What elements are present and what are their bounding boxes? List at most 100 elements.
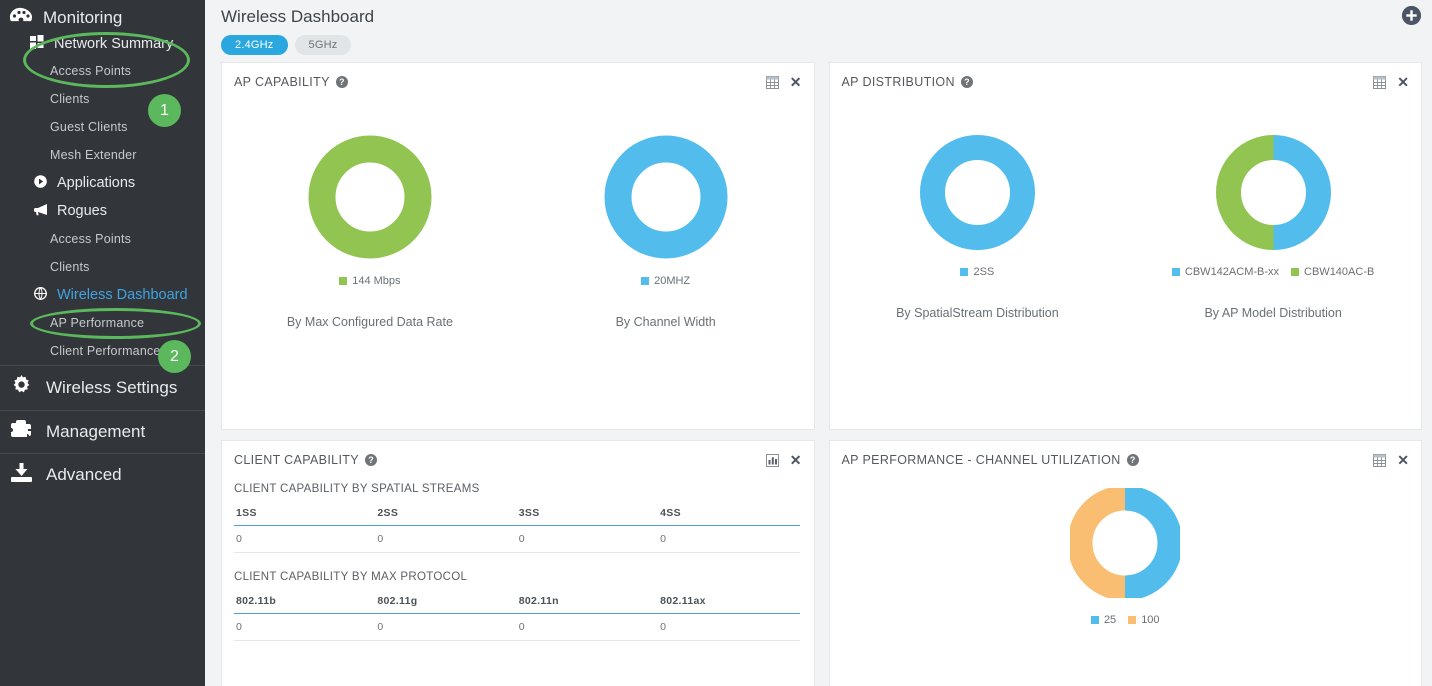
cell-1ss: 0 (234, 525, 376, 553)
column-header-1ss: 1SS (234, 507, 376, 526)
cell-2ss: 0 (375, 525, 517, 553)
page-header: Wireless Dashboard 2.4GHz 5GHz (205, 0, 1432, 55)
legend-item: CBW140AC-B (1291, 266, 1374, 278)
section-title-max-protocol: CLIENT CAPABILITY BY MAX PROTOCOL (234, 571, 468, 583)
cell-80211g: 0 (375, 613, 517, 641)
legend-label: 100 (1141, 614, 1160, 626)
card-ap-distribution: AP DISTRIBUTION ? ✕ 2SS By SpatialStream… (828, 62, 1422, 430)
legend: CBW142ACM-B-xx CBW140AC-B (1171, 266, 1374, 278)
close-x-icon[interactable]: ✕ (790, 75, 802, 89)
sidebar-item-advanced[interactable]: Advanced (0, 453, 205, 496)
table-max-protocol: 802.11b 802.11g 802.11n 802.11ax 0 0 0 0 (234, 595, 800, 641)
dashboard-gauge-icon (8, 7, 34, 29)
card-title: AP CAPABILITY (234, 75, 330, 89)
card-header: AP PERFORMANCE - CHANNEL UTILIZATION ? ✕ (830, 441, 1422, 468)
sidebar-item-access-points[interactable]: Access Points (0, 57, 205, 85)
sidebar-item-rogue-clients[interactable]: Clients (0, 253, 205, 281)
close-x-icon[interactable]: ✕ (1397, 453, 1409, 467)
legend-item: 144 Mbps (339, 275, 401, 287)
sidebar-item-monitoring-label: Monitoring (43, 8, 123, 27)
legend-item: 25 (1090, 614, 1116, 626)
help-question-icon[interactable]: ? (960, 76, 973, 88)
cell-3ss: 0 (516, 525, 659, 553)
legend-swatch (641, 277, 650, 285)
close-x-icon[interactable]: ✕ (1397, 75, 1409, 89)
help-question-icon[interactable]: ? (335, 76, 348, 88)
section-title-spatial-streams: CLIENT CAPABILITY BY SPATIAL STREAMS (234, 483, 480, 495)
legend-item: 100 (1128, 614, 1160, 626)
help-question-icon[interactable]: ? (364, 454, 377, 466)
callout-badge-1: 1 (148, 94, 181, 127)
bar-chart-icon[interactable] (765, 453, 779, 467)
legend-swatch (1291, 268, 1300, 276)
legend-item: 2SS (960, 266, 994, 278)
sidebar-item-mesh-extender[interactable]: Mesh Extender (0, 141, 205, 169)
card-title: CLIENT CAPABILITY (234, 453, 359, 467)
sidebar-item-management[interactable]: Management (0, 410, 205, 453)
cell-80211ax: 0 (658, 613, 800, 641)
card-client-capability: CLIENT CAPABILITY ? ✕ CLIENT CAPABILITY … (221, 440, 815, 686)
main-content: Wireless Dashboard 2.4GHz 5GHz AP CAPABI… (205, 0, 1432, 686)
column-header-3ss: 3SS (516, 507, 659, 526)
sidebar-group-monitoring: Monitoring Network Summary Access Points… (0, 0, 205, 365)
ap-distribution-charts: 2SS By SpatialStream Distribution CBW142… (830, 135, 1422, 320)
widget-row-2: CLIENT CAPABILITY ? ✕ CLIENT CAPABILITY … (221, 440, 1422, 686)
sidebar-item-network-summary-label: Network Summary (54, 36, 174, 52)
table-header-row: 802.11b 802.11g 802.11n 802.11ax (234, 595, 800, 614)
add-widget-button[interactable] (1402, 6, 1421, 25)
sidebar-item-advanced-label: Advanced (46, 465, 122, 484)
sidebar-item-network-summary[interactable]: Network Summary (0, 31, 205, 57)
donut-channel-utilization (1067, 485, 1183, 603)
sidebar-item-ap-performance[interactable]: AP Performance (0, 309, 205, 337)
chart-by-max-data-rate: 144 Mbps By Max Configured Data Rate (222, 135, 518, 329)
play-circle-icon (32, 175, 48, 191)
client-capability-body: CLIENT CAPABILITY BY SPATIAL STREAMS 1SS… (222, 467, 814, 641)
sidebar-item-monitoring[interactable]: Monitoring (0, 0, 205, 31)
table-grid-icon[interactable] (1373, 453, 1387, 467)
legend: 2SS (960, 266, 994, 278)
sidebar-item-wireless-dashboard-label: Wireless Dashboard (57, 287, 188, 303)
card-ap-performance-channel-utilization: AP PERFORMANCE - CHANNEL UTILIZATION ? ✕ (828, 440, 1422, 686)
megaphone-icon (32, 203, 48, 219)
chart-by-channel-width: 20MHZ By Channel Width (518, 135, 814, 329)
sidebar-item-applications[interactable]: Applications (0, 169, 205, 197)
tab-2-4ghz[interactable]: 2.4GHz (221, 35, 288, 55)
legend-label: CBW142ACM-B-xx (1184, 266, 1280, 278)
widget-grid: AP CAPABILITY ? ✕ 144 Mbps By Max Config… (205, 62, 1432, 686)
card-tools: ✕ (765, 75, 802, 89)
column-header-80211n: 802.11n (516, 595, 659, 614)
donut-spatialstream (919, 135, 1035, 255)
column-header-2ss: 2SS (375, 507, 517, 526)
globe-icon (32, 287, 48, 303)
sidebar-item-applications-label: Applications (57, 175, 136, 191)
help-question-icon[interactable]: ? (1126, 454, 1139, 466)
table-grid-icon[interactable] (1373, 75, 1387, 89)
ap-capability-charts: 144 Mbps By Max Configured Data Rate 20M… (222, 135, 814, 329)
legend: 25 100 (1090, 614, 1160, 626)
donut-max-data-rate (308, 135, 432, 264)
legend-item: 20MHZ (641, 275, 690, 287)
sidebar-item-rogues[interactable]: Rogues (0, 197, 205, 225)
sidebar-item-rogue-access-points[interactable]: Access Points (0, 225, 205, 253)
gear-icon (8, 375, 34, 401)
column-header-80211g: 802.11g (375, 595, 517, 614)
application-window: Monitoring Network Summary Access Points… (0, 0, 1432, 686)
close-x-icon[interactable]: ✕ (790, 453, 802, 467)
grid-squares-icon (30, 35, 47, 53)
sidebar-item-wireless-dashboard[interactable]: Wireless Dashboard (0, 281, 205, 309)
chart-caption: By Max Configured Data Rate (286, 315, 453, 329)
chart-by-ap-model-distribution: CBW142ACM-B-xx CBW140AC-B By AP Model Di… (1125, 135, 1421, 320)
cell-80211n: 0 (516, 613, 659, 641)
legend-label: CBW140AC-B (1304, 266, 1375, 278)
chart-caption: By SpatialStream Distribution (896, 306, 1059, 320)
legend-label: 20MHZ (654, 275, 691, 287)
tab-5ghz[interactable]: 5GHz (294, 35, 352, 55)
section-divider (234, 553, 800, 571)
band-tab-group: 2.4GHz 5GHz (221, 35, 1432, 55)
table-grid-icon[interactable] (765, 75, 779, 89)
legend-item: CBW142ACM-B-xx (1171, 266, 1280, 278)
page-title: Wireless Dashboard (221, 7, 375, 26)
chart-caption: By Channel Width (615, 315, 716, 329)
widget-row-1: AP CAPABILITY ? ✕ 144 Mbps By Max Config… (221, 62, 1422, 430)
card-title: AP DISTRIBUTION (841, 75, 955, 89)
